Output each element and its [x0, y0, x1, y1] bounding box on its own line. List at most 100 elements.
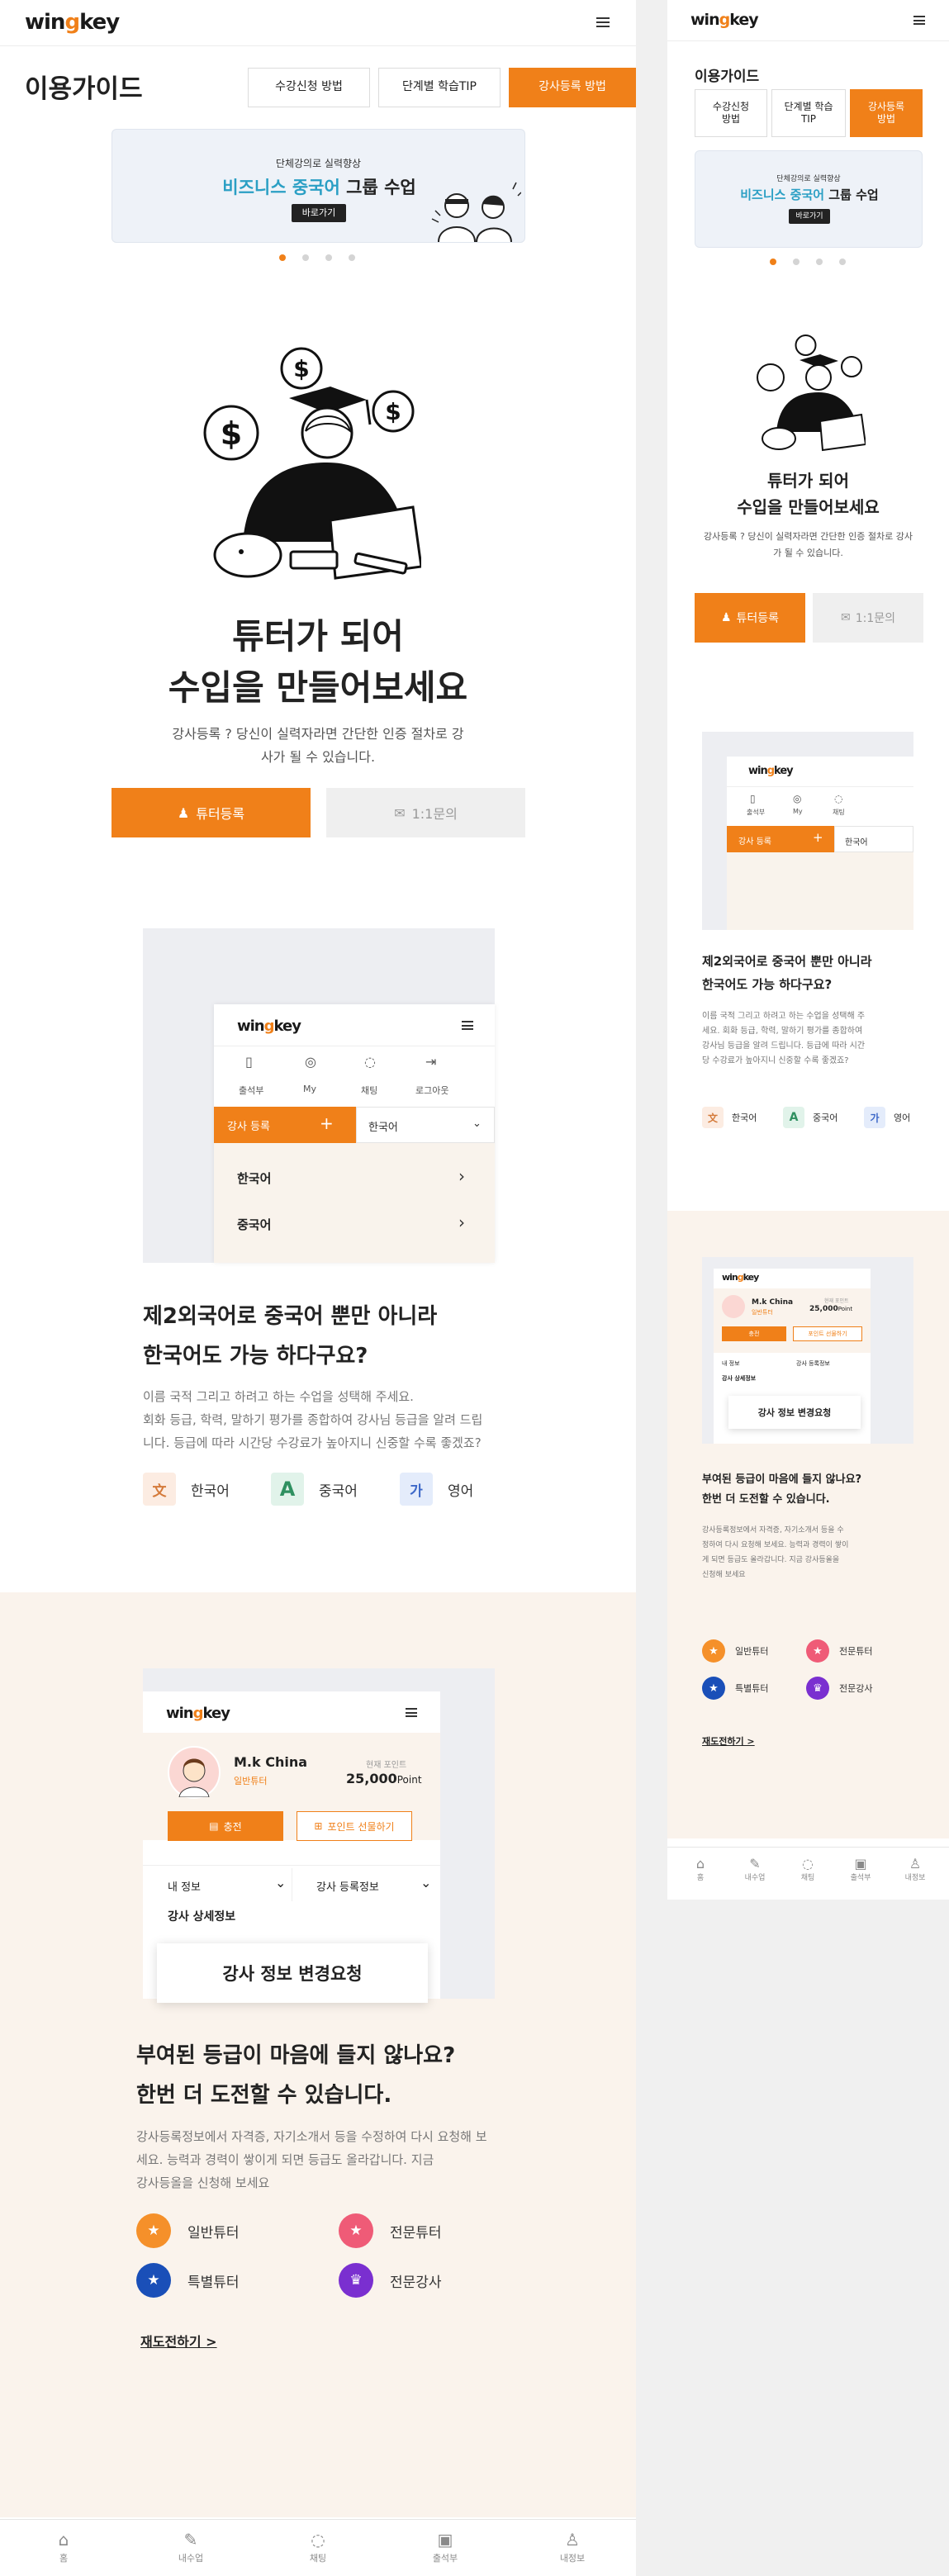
mobile-logo-tail: key [729, 11, 758, 29]
carousel-dot-4[interactable] [349, 254, 355, 261]
tab-tutor-register[interactable]: 강사등록 방법 [509, 68, 636, 107]
tab-course-apply[interactable]: 수강신청 방법 [248, 68, 370, 107]
mobile-nav-my-class-label: 내수업 [744, 1874, 766, 1882]
hangul-icon: 가 [864, 1107, 885, 1128]
mobile-menu-icon[interactable] [913, 16, 925, 25]
sec3-title: 부여된 등급이 마음에 들지 않나요? 한번 더 도전할 수 있습니다. [136, 2036, 455, 2115]
nav-my-info[interactable]: ♙ 내정보 [552, 2530, 593, 2564]
mobile-sec2-title-line1: 제2외국어로 중국어 뿐만 아니라 [702, 954, 872, 969]
mock-point-value: 25,000 [346, 1771, 397, 1786]
mobile-dot-1[interactable] [770, 259, 776, 265]
desktop-view: wingkey 이용가이드 수강신청 방법 단계별 학습TIP 강사등록 방법 … [0, 0, 636, 2576]
banner-go-button[interactable]: 바로가기 [292, 204, 346, 222]
nav-chat[interactable]: ◌ 채팅 [297, 2530, 339, 2564]
mobile-sec3-title: 부여된 등급이 마음에 들지 않나요? 한번 더 도전할 수 있습니다. [702, 1470, 861, 1510]
logout-icon: ⇥ [425, 1054, 437, 1070]
edit-icon: ✎ [749, 1856, 761, 1872]
mock-logo-mark: g [263, 1018, 275, 1035]
tutor-register-label: 튜터등록 [196, 806, 245, 822]
mobile-sec2-title: 제2외국어로 중국어 뿐만 아니라 한국어도 가능 하다구요? [702, 950, 872, 996]
logo-mark: g [64, 10, 80, 35]
home-icon: ⌂ [695, 1856, 705, 1872]
mobile-lang-english-label: 영어 [894, 1112, 911, 1123]
mobile-tab3-line1: 강사등록 [867, 101, 905, 112]
mobile-tutor-illustration [757, 334, 866, 452]
mobile-badge-special-label: 특별튜터 [735, 1683, 769, 1694]
mobile-tab-tutor-register[interactable]: 강사등록 방법 [850, 89, 923, 137]
badge-special-label: 특별튜터 [187, 2274, 240, 2291]
mobile-sec3-title-line1: 부여된 등급이 마음에 들지 않나요? [702, 1473, 862, 1486]
star-badge-icon: ★ [136, 2263, 171, 2298]
tutor-hero-illustration: $ $ $ [203, 347, 421, 580]
mobile-sec3-desc-3: 게 되면 등급도 올라갑니다. 지금 강사등올을 [702, 1556, 840, 1564]
mobile-nav-my-info[interactable]: ♙ 내정보 [899, 1856, 932, 1882]
hero-title-line1: 튜터가 되어 [232, 616, 404, 657]
mobile-nav-my-class[interactable]: ✎ 내수업 [738, 1856, 771, 1882]
promo-banner[interactable]: 단체강의로 실력향상 비즈니스 중국어 그룹 수업 바로가기 [112, 129, 525, 243]
tutor-register-button[interactable]: ♟ 튜터등록 [112, 788, 311, 837]
mock-logo: wingkey [237, 1018, 301, 1035]
nav-my-class[interactable]: ✎ 내수업 [170, 2530, 211, 2564]
mobile-banner-go-button[interactable]: 바로가기 [789, 209, 830, 224]
inquiry-label: 1:1문의 [411, 806, 458, 822]
inquiry-button[interactable]: ✉ 1:1문의 [326, 788, 525, 837]
mobile-bottom-nav: ⌂ 홈 ✎ 내수업 ◌ 채팅 ▣ 출석부 ♙ 내정보 [667, 1847, 949, 1900]
badge-special-tutor: ★ 특별튜터 [136, 2263, 240, 2298]
m2-logo-mark: g [737, 1272, 744, 1283]
mobile-nav-home[interactable]: ⌂ 홈 [684, 1856, 717, 1882]
retry-link[interactable]: 재도전하기 > [140, 2331, 217, 2351]
mobile-nav-attendance[interactable]: ▣ 출석부 [844, 1856, 877, 1882]
mobile-logo-text: win [690, 11, 720, 29]
mobile-tab2-line1: 단계별 학습 [784, 101, 833, 112]
mobile-badge-pro-label: 전문강사 [839, 1683, 873, 1694]
mobile-tutor-register-button[interactable]: ♟ 튜터등록 [695, 593, 805, 643]
mobile-badge-expert-label: 전문튜터 [839, 1646, 873, 1657]
nav-attendance[interactable]: ▣ 출석부 [425, 2530, 466, 2564]
chat-icon: ◌ [311, 2530, 325, 2550]
mobile-hero-desc-line2: 가 될 수 있습니다. [773, 548, 843, 558]
mail-icon: ✉ [840, 611, 851, 624]
mobile-dot-2[interactable] [793, 259, 800, 265]
star-badge-icon: ★ [702, 1639, 725, 1663]
mock-gift-button: ⊞ 포인트 선물하기 [297, 1811, 412, 1841]
mock-lang-select-value: 한국어 [368, 1122, 398, 1134]
mobile-change-request-popup: 강사 정보 변경요청 [728, 1396, 861, 1429]
carousel-dot-1[interactable] [279, 254, 286, 261]
mobile-nav-attendance-label: 출석부 [850, 1874, 871, 1882]
hero-title: 튜터가 되어 수입을 만들어보세요 [0, 611, 636, 714]
lang-korean: 文 한국어 [143, 1473, 230, 1506]
mobile-tab1-line2: 방법 [721, 113, 741, 125]
tab-study-tip[interactable]: 단계별 학습TIP [378, 68, 501, 107]
mobile-nav-chat[interactable]: ◌ 채팅 [791, 1856, 824, 1882]
m2-point-label: 현재 포인트 [824, 1298, 849, 1304]
chat-icon: ◌ [834, 793, 843, 804]
chevron-right-icon: › [458, 1212, 465, 1232]
sec3-desc-line1: 강사등록정보에서 자격증, 자기소개서 등을 수정하여 다시 요청해 보 [136, 2129, 487, 2144]
home-icon: ⌂ [58, 2530, 69, 2550]
person-icon: ♙ [565, 2530, 580, 2550]
carousel-dot-2[interactable] [302, 254, 309, 261]
menu-icon[interactable] [596, 17, 610, 27]
mobile-inquiry-button[interactable]: ✉ 1:1문의 [813, 593, 923, 643]
person-icon: ♟ [177, 804, 190, 821]
mobile-dot-4[interactable] [839, 259, 846, 265]
nav-home[interactable]: ⌂ 홈 [43, 2530, 84, 2564]
carousel-dot-3[interactable] [325, 254, 332, 261]
lang-korean-label: 한국어 [191, 1483, 230, 1500]
mobile-banner-black: 그룹 수업 [824, 187, 879, 202]
mobile-tab-study-tip[interactable]: 단계별 학습 TIP [771, 89, 846, 137]
mobile-logo[interactable]: wingkey [690, 11, 759, 29]
card-icon: ▤ [209, 1820, 219, 1832]
logo[interactable]: wingkey [25, 10, 120, 35]
mobile-dot-3[interactable] [816, 259, 823, 265]
nav-my-class-label: 내수업 [178, 2553, 204, 2564]
mobile-sec3-desc-1: 강사등록정보에서 자격증, 자기소개서 등을 수 [702, 1526, 844, 1535]
mobile-promo-banner[interactable]: 단체강의로 실력향상 비즈니스 중국어 그룹 수업 바로가기 [695, 150, 923, 248]
mobile-phone-mock-register: wingkey ▯ ◎ ◌ 출석부 My 채팅 강사 등록 + 한국어 [727, 757, 913, 930]
mobile-lang-korean-label: 한국어 [732, 1112, 757, 1123]
mobile-tab-course-apply[interactable]: 수강신청 방법 [695, 89, 767, 137]
m2-user-name: M.k China [752, 1298, 794, 1307]
mobile-retry-link[interactable]: 재도전하기 > [702, 1734, 755, 1748]
translate-icon: 文 [143, 1473, 176, 1506]
avatar [168, 1746, 221, 1799]
